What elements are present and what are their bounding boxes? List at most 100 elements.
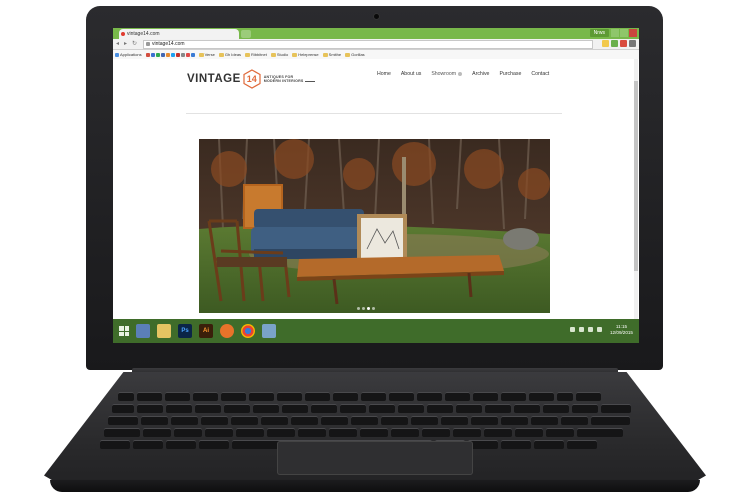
keyboard-row-qwerty (108, 416, 630, 425)
start-windows-icon[interactable] (119, 326, 129, 336)
dropdown-indicator-icon (458, 72, 463, 76)
nav-purchase[interactable]: Purchase (499, 71, 521, 77)
bookmark-site-icon[interactable] (165, 52, 170, 57)
close-icon[interactable] (629, 29, 637, 37)
taskbar-explorer-icon[interactable] (136, 324, 150, 338)
scrollbar-thumb[interactable] (634, 81, 638, 271)
maximize-icon[interactable] (620, 29, 628, 37)
network-icon[interactable] (579, 327, 584, 332)
taskbar-app-icon[interactable] (262, 324, 276, 338)
web-page: VINTAGE 14 ANTIQUES FOR MODERN INTERIORS… (113, 59, 639, 319)
bookmark-folder[interactable]: Ribbitnet (245, 52, 267, 57)
apps-grid-icon (115, 52, 119, 57)
nav-showroom[interactable]: Showroom (431, 71, 463, 77)
site-logo[interactable]: VINTAGE 14 ANTIQUES FOR MODERN INTERIORS (187, 69, 315, 89)
browser-toolbar: ◂ ▸ ↻ vintage14.com (113, 39, 639, 50)
system-tray: 11:15 12/09/2015 (570, 324, 633, 335)
taskbar-illustrator-icon[interactable]: Ai (199, 324, 213, 338)
bookmark-site-icon[interactable] (160, 52, 165, 57)
folder-icon (345, 52, 351, 57)
hero-slideshow[interactable] (199, 139, 550, 313)
site-nav: Home About us Showroom Archive Purchase … (377, 71, 549, 77)
bookmark-site-icon[interactable] (190, 52, 195, 57)
star-bookmark-icon[interactable] (602, 40, 609, 47)
slide-dot[interactable] (372, 307, 375, 310)
bookmark-label: Gh Ideas (224, 52, 242, 57)
logo-number: 14 (246, 74, 257, 84)
page-scrollbar[interactable] (634, 59, 638, 319)
nav-label: Showroom (431, 71, 457, 77)
taskbar-clock[interactable]: 11:15 12/09/2015 (610, 324, 633, 335)
bookmark-site-icon[interactable] (170, 52, 175, 57)
bookmark-folder[interactable]: Studio (270, 52, 289, 57)
address-bar-text: vintage14.com (152, 41, 185, 47)
nav-contact[interactable]: Contact (531, 71, 549, 77)
windows-taskbar: Ps Ai 11:15 12/09/2015 (113, 319, 639, 343)
bookmark-site-icon[interactable] (180, 52, 185, 57)
taskbar-chrome-icon[interactable] (241, 324, 255, 338)
nav-archive[interactable]: Archive (472, 71, 489, 77)
bookmark-label: Applications (120, 52, 142, 57)
touchpad (277, 441, 473, 475)
clock-date: 12/09/2015 (610, 329, 633, 335)
browser-tab[interactable]: vintage14.com (119, 29, 239, 39)
bookmark-site-icon[interactable] (145, 52, 150, 57)
bookmark-label: Smithe (328, 52, 342, 57)
logo-rule (304, 80, 315, 82)
slide-dot[interactable] (362, 307, 365, 310)
menu-icon[interactable] (629, 40, 636, 47)
bookmark-label: Verse (204, 52, 215, 57)
keyboard-row-numbers (112, 404, 631, 413)
minimize-icon[interactable] (611, 29, 619, 37)
extension-icon[interactable] (611, 40, 618, 47)
address-bar[interactable]: vintage14.com (143, 40, 593, 49)
laptop-screen: vintage14.com Nrws ◂ ▸ ↻ vintage14.com A… (113, 28, 639, 343)
folder-icon (245, 52, 251, 57)
bookmark-folder[interactable]: Smithe (322, 52, 342, 57)
back-arrow-icon[interactable]: ◂ (116, 41, 122, 47)
site-favicon-icon (121, 32, 125, 36)
logo-tagline: ANTIQUES FOR MODERN INTERIORS (264, 75, 315, 83)
nav-home[interactable]: Home (377, 71, 391, 77)
folder-icon (198, 52, 204, 57)
reload-icon[interactable]: ↻ (132, 41, 138, 47)
browser-titlebar: vintage14.com Nrws (113, 28, 639, 39)
new-tab-button[interactable] (241, 30, 251, 38)
bookmark-site-icon[interactable] (185, 52, 190, 57)
taskbar-photoshop-icon[interactable]: Ps (178, 324, 192, 338)
window-controls (611, 29, 637, 37)
bookmark-label: Ribbitnet (251, 52, 267, 57)
nav-label: Home (377, 71, 391, 77)
bookmark-apps[interactable]: Applications (115, 52, 142, 57)
logo-tagline-line: MODERN INTERIORS (263, 79, 304, 83)
forward-arrow-icon[interactable]: ▸ (124, 41, 130, 47)
bookmark-site-icon[interactable] (150, 52, 155, 57)
hero-image (199, 139, 550, 313)
bookmark-label: Gorillas (351, 52, 365, 57)
taskbar-firefox-icon[interactable] (220, 324, 234, 338)
keyboard-row-function (118, 392, 601, 401)
slide-dot-active[interactable] (367, 307, 370, 310)
nav-about[interactable]: About us (401, 71, 421, 77)
bookmark-folder[interactable]: Verse (198, 52, 215, 57)
show-hidden-icons-icon[interactable] (570, 327, 575, 332)
folder-icon (322, 52, 328, 57)
nav-label: Purchase (499, 71, 522, 77)
browser-user-chip[interactable]: Nrws (589, 29, 609, 37)
volume-icon[interactable] (588, 327, 593, 332)
slide-dot[interactable] (357, 307, 360, 310)
taskbar-folder-icon[interactable] (157, 324, 171, 338)
bookmark-folder[interactable]: Heleprense (292, 52, 319, 57)
browser-tab-title: vintage14.com (127, 31, 160, 37)
nav-label: About us (400, 71, 422, 77)
bookmark-label: Studio (276, 52, 289, 57)
extension-adblock-icon[interactable] (620, 40, 627, 47)
slide-indicators (357, 307, 375, 310)
bookmark-site-icon[interactable] (175, 52, 180, 57)
nav-label: Contact (531, 71, 550, 77)
bookmark-site-icon[interactable] (155, 52, 160, 57)
battery-icon[interactable] (597, 327, 602, 332)
bookmark-folder[interactable]: Gh Ideas (218, 52, 242, 57)
bookmark-folder[interactable]: Gorillas (345, 52, 365, 57)
logo-wordmark: VINTAGE (187, 73, 241, 85)
